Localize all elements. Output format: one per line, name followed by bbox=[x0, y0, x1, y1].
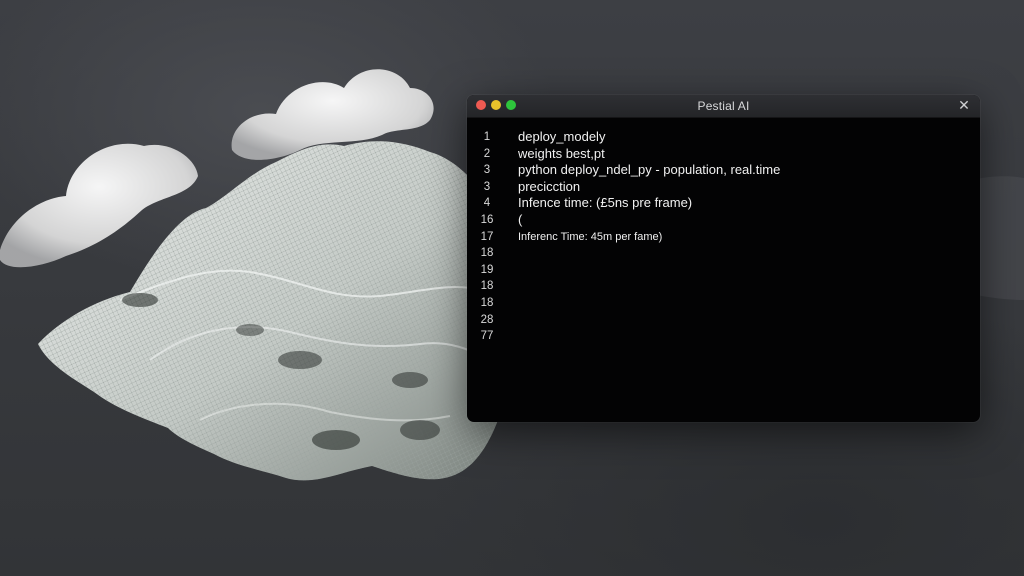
line-number: 16 bbox=[480, 213, 494, 226]
line-number: 4 bbox=[483, 197, 491, 210]
line-text: ( bbox=[518, 211, 523, 227]
desktop-background: Pestial AI ✕ 1 deploy_modely 2 weights b… bbox=[0, 0, 1024, 576]
line-text: deploy_modely bbox=[518, 129, 606, 144]
line-number: 1 bbox=[483, 131, 491, 143]
code-line: 3 precicction bbox=[467, 179, 980, 196]
code-line: 19 bbox=[467, 262, 980, 279]
code-line: 2 weights best,pt bbox=[467, 146, 980, 163]
code-editor[interactable]: 1 deploy_modely 2 weights best,pt 3 pyth… bbox=[467, 118, 980, 345]
line-number: 18 bbox=[480, 247, 494, 260]
close-icon[interactable]: ✕ bbox=[956, 97, 972, 114]
line-text: python deploy_ndel_py - population, real… bbox=[518, 162, 781, 178]
code-line: 16 ( bbox=[467, 212, 980, 229]
line-number: 19 bbox=[480, 263, 494, 276]
line-number: 17 bbox=[480, 230, 494, 243]
line-number: 18 bbox=[480, 280, 494, 293]
code-line: 18 bbox=[467, 245, 980, 262]
line-number: 18 bbox=[480, 296, 494, 309]
line-text: weights best,pt bbox=[518, 145, 605, 161]
code-line: 3 python deploy_ndel_py - population, re… bbox=[467, 162, 980, 179]
code-line: 77 bbox=[467, 328, 980, 345]
code-line: 4 Infence time: (£5ns pre frame) bbox=[467, 195, 980, 212]
code-line: 18 bbox=[467, 295, 980, 312]
code-line: 1 deploy_modely bbox=[467, 129, 980, 146]
line-text: Inferenc Time: 45m per fame) bbox=[518, 230, 663, 243]
line-number: 3 bbox=[483, 164, 491, 177]
window-title: Pestial AI bbox=[697, 99, 750, 113]
code-line: 28 bbox=[467, 312, 980, 329]
code-line: 17 Inferenc Time: 45m per fame) bbox=[467, 229, 980, 246]
editor-window[interactable]: Pestial AI ✕ 1 deploy_modely 2 weights b… bbox=[467, 95, 980, 422]
line-text: precicction bbox=[518, 178, 581, 194]
line-text: Infence time: (£5ns pre frame) bbox=[518, 195, 693, 211]
line-number: 3 bbox=[483, 180, 491, 193]
line-number: 77 bbox=[480, 330, 494, 343]
window-titlebar[interactable]: Pestial AI ✕ bbox=[467, 95, 980, 118]
line-number: 28 bbox=[480, 313, 494, 326]
code-line: 18 bbox=[467, 278, 980, 295]
line-number: 2 bbox=[483, 147, 491, 160]
